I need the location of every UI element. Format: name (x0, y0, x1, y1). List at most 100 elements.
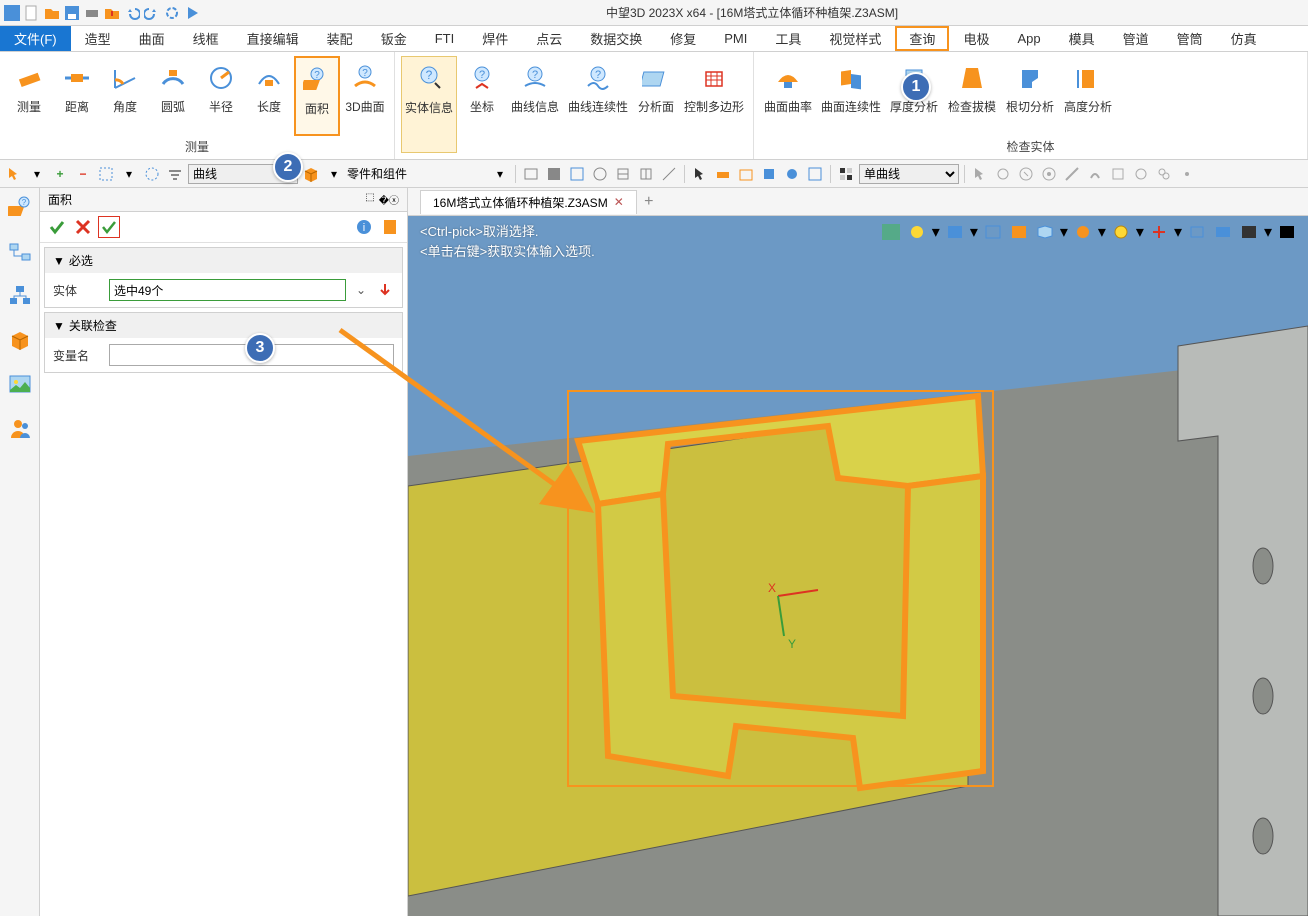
rbtn-surfcont[interactable]: 曲面连续性 (818, 56, 884, 136)
rbtn-distance[interactable]: 距离 (54, 56, 100, 136)
vt-9[interactable] (1148, 222, 1170, 242)
menu-file[interactable]: 文件(F) (0, 26, 71, 51)
rbtn-length[interactable]: 长度 (246, 56, 292, 136)
menu-repair[interactable]: 修复 (656, 26, 710, 51)
rbtn-radius[interactable]: 半径 (198, 56, 244, 136)
vt-10[interactable] (1186, 222, 1208, 242)
tool-icon-e[interactable] (613, 164, 633, 184)
menu-pmi[interactable]: PMI (710, 26, 761, 51)
tool-r6[interactable] (1085, 164, 1105, 184)
menu-sheetmetal[interactable]: 钣金 (367, 26, 421, 51)
vt-12[interactable] (1238, 222, 1260, 242)
rbtn-coord[interactable]: ?坐标 (459, 56, 505, 153)
menu-mold[interactable]: 模具 (1055, 26, 1109, 51)
menu-assembly[interactable]: 装配 (313, 26, 367, 51)
redo-icon[interactable] (144, 5, 160, 21)
input-entity[interactable] (109, 279, 346, 301)
refresh-icon[interactable] (164, 5, 180, 21)
cmd-cancel[interactable] (72, 216, 94, 238)
tool-icon-a[interactable] (521, 164, 541, 184)
tool-icon-k[interactable] (782, 164, 802, 184)
vt-13[interactable] (1276, 222, 1298, 242)
rbtn-entityinfo[interactable]: ?实体信息 (401, 56, 457, 153)
menu-app[interactable]: App (1003, 26, 1054, 51)
menu-dataexchange[interactable]: 数据交换 (576, 26, 656, 51)
tool-r8[interactable] (1131, 164, 1151, 184)
menu-modeling[interactable]: 造型 (71, 26, 125, 51)
menu-surface[interactable]: 曲面 (125, 26, 179, 51)
rbtn-height[interactable]: 高度分析 (1060, 56, 1116, 136)
panel-close-icon[interactable]: �ⓧ (379, 192, 399, 207)
menu-simulation[interactable]: 仿真 (1217, 26, 1271, 51)
tool-dotted-rect[interactable] (96, 164, 116, 184)
menu-weld[interactable]: 焊件 (468, 26, 522, 51)
rbtn-angle[interactable]: 角度 (102, 56, 148, 136)
tool-icon-c[interactable] (567, 164, 587, 184)
tool-r3[interactable] (1016, 164, 1036, 184)
tool-r2[interactable] (993, 164, 1013, 184)
tool-sel-dropdown[interactable]: ▾ (27, 164, 47, 184)
rbtn-surfcurv[interactable]: 曲面曲率 (760, 56, 816, 136)
entity-dropdown[interactable]: ⌄ (352, 279, 370, 301)
menu-pipe[interactable]: 管道 (1109, 26, 1163, 51)
open-icon[interactable] (44, 5, 60, 21)
tool-scope-dd[interactable]: ▾ (490, 164, 510, 184)
vt-7[interactable] (1072, 222, 1094, 242)
rbtn-area[interactable]: ?面积 (294, 56, 340, 136)
cmd-help[interactable] (379, 216, 401, 238)
menu-pointcloud[interactable]: 点云 (522, 26, 576, 51)
canvas-3d[interactable]: <Ctrl-pick>取消选择. <单击右键>获取实体输入选项. ▾ ▾ ▾ ▾… (408, 216, 1308, 916)
undo-icon[interactable] (124, 5, 140, 21)
cmd-ok[interactable] (46, 216, 68, 238)
sb-box-icon[interactable] (6, 326, 34, 354)
tool-plus[interactable]: + (50, 164, 70, 184)
menu-electrode[interactable]: 电极 (949, 26, 1003, 51)
tool-box3d[interactable] (301, 164, 321, 184)
tool-minus[interactable]: − (73, 164, 93, 184)
cmd-info[interactable]: i (353, 216, 375, 238)
cmd-apply[interactable] (98, 216, 120, 238)
rbtn-undercut[interactable]: 根切分析 (1002, 56, 1058, 136)
vt-8[interactable] (1110, 222, 1132, 242)
tool-arrow-icon[interactable] (690, 164, 710, 184)
rbtn-curveinfo[interactable]: ?曲线信息 (507, 56, 563, 153)
tool-r4[interactable] (1039, 164, 1059, 184)
sb-image-icon[interactable] (6, 370, 34, 398)
vt-11[interactable] (1212, 222, 1234, 242)
tool-r9[interactable] (1154, 164, 1174, 184)
menu-fti[interactable]: FTI (421, 26, 469, 51)
tool-select-arrow[interactable] (4, 164, 24, 184)
tool-filter[interactable] (165, 164, 185, 184)
tool-icon-h[interactable] (713, 164, 733, 184)
tool-icon-j[interactable] (759, 164, 779, 184)
vt-4[interactable] (982, 222, 1004, 242)
tool-icon-l[interactable] (805, 164, 825, 184)
tool-r1[interactable] (970, 164, 990, 184)
tool-icon-g[interactable] (659, 164, 679, 184)
tool-r10[interactable] (1177, 164, 1197, 184)
menu-tube[interactable]: 管筒 (1163, 26, 1217, 51)
tool-icon-m[interactable] (836, 164, 856, 184)
tool-icon-b[interactable] (544, 164, 564, 184)
vt-6[interactable] (1034, 222, 1056, 242)
save-icon[interactable] (64, 5, 80, 21)
tool-select-curve[interactable]: 单曲线 (859, 164, 959, 184)
tool-dotted-circle[interactable] (142, 164, 162, 184)
import-icon[interactable] (104, 5, 120, 21)
menu-query[interactable]: 查询 (895, 26, 949, 51)
section-assoc-header[interactable]: ▼ 关联检查 (45, 313, 402, 338)
sb-user-icon[interactable] (6, 414, 34, 442)
sb-tree-icon[interactable] (6, 238, 34, 266)
menu-wireframe[interactable]: 线框 (179, 26, 233, 51)
rbtn-3dcurve[interactable]: ?3D曲面 (342, 56, 388, 136)
rbtn-draft[interactable]: 检查拔模 (944, 56, 1000, 136)
panel-min-icon[interactable]: ⬚ (365, 192, 374, 207)
menu-directedit[interactable]: 直接编辑 (233, 26, 313, 51)
vt-5[interactable] (1008, 222, 1030, 242)
play-icon[interactable] (184, 5, 200, 21)
tool-icon-i[interactable] (736, 164, 756, 184)
tool-icon-f[interactable] (636, 164, 656, 184)
entity-pick[interactable] (376, 279, 394, 301)
sb-area-icon[interactable]: ? (6, 194, 34, 222)
vt-3[interactable] (944, 222, 966, 242)
